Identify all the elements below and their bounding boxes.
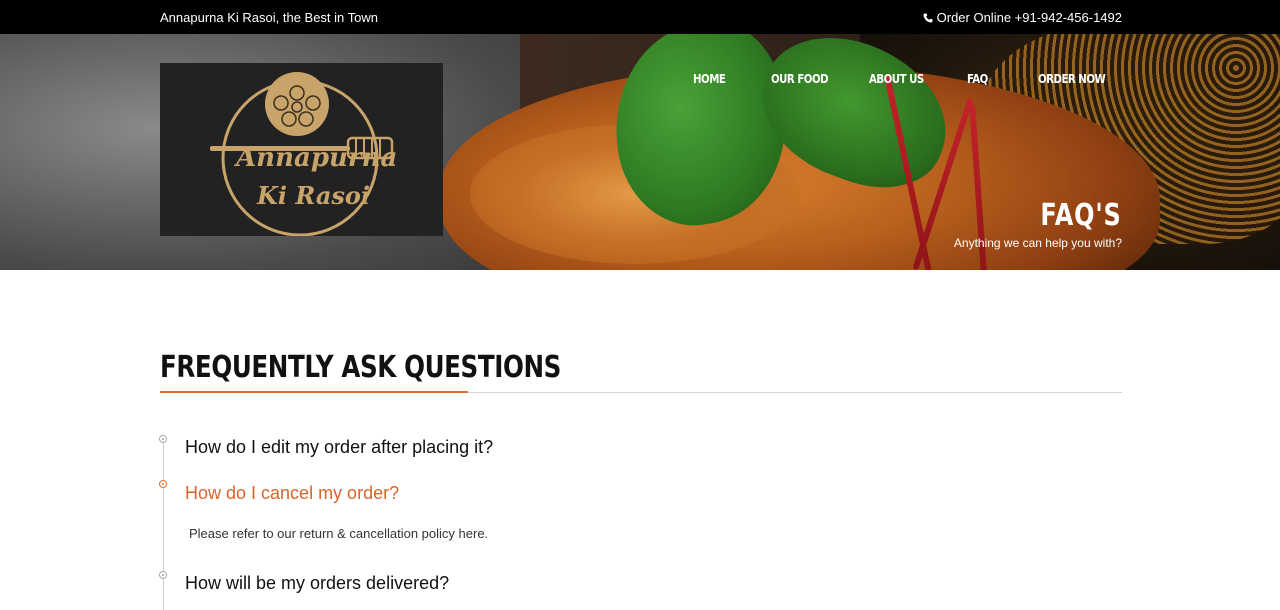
- hero-subtitle: Anything we can help you with?: [953, 236, 1122, 250]
- tagline: Annapurna Ki Rasoi, the Best in Town: [160, 10, 379, 25]
- faq-question-2[interactable]: How do I cancel my order?: [185, 483, 399, 504]
- nav-faq[interactable]: FAQ: [967, 72, 988, 86]
- phone-icon: [923, 13, 933, 22]
- top-bar: Annapurna Ki Rasoi, the Best in Town Ord…: [0, 0, 1280, 34]
- logo-text-line1: Annapurna: [236, 143, 398, 173]
- hero-title: FAQ'S: [1040, 198, 1122, 233]
- order-online-contact[interactable]: Order Online +91-942-456-1492: [923, 10, 1122, 25]
- faq-timeline-line: [163, 440, 164, 610]
- nav-our-food[interactable]: OUR FOOD: [771, 72, 829, 86]
- faq-bullet-icon: [159, 571, 167, 579]
- order-online-label: Order Online +91-942-456-1492: [936, 10, 1122, 25]
- faq-question-1[interactable]: How do I edit my order after placing it?: [185, 437, 493, 458]
- faq-bullet-active-icon: [159, 480, 167, 488]
- logo-text-line2: Ki Rasoi: [257, 181, 371, 210]
- main-navigation: HOME OUR FOOD ABOUT US FAQ ORDER NOW: [0, 72, 1280, 86]
- nav-about-us[interactable]: ABOUT US: [869, 72, 924, 86]
- faq-bullet-icon: [159, 435, 167, 443]
- faq-question-3[interactable]: How will be my orders delivered?: [185, 573, 449, 594]
- title-accent-underline: [160, 391, 468, 393]
- site-logo[interactable]: Annapurna Ki Rasoi: [160, 63, 443, 236]
- nav-order-now[interactable]: ORDER NOW: [1038, 72, 1106, 86]
- faq-answer-2: Please refer to our return & cancellatio…: [189, 526, 489, 541]
- section-title: FREQUENTLY ASK QUESTIONS: [160, 350, 561, 385]
- nav-home[interactable]: HOME: [693, 72, 726, 86]
